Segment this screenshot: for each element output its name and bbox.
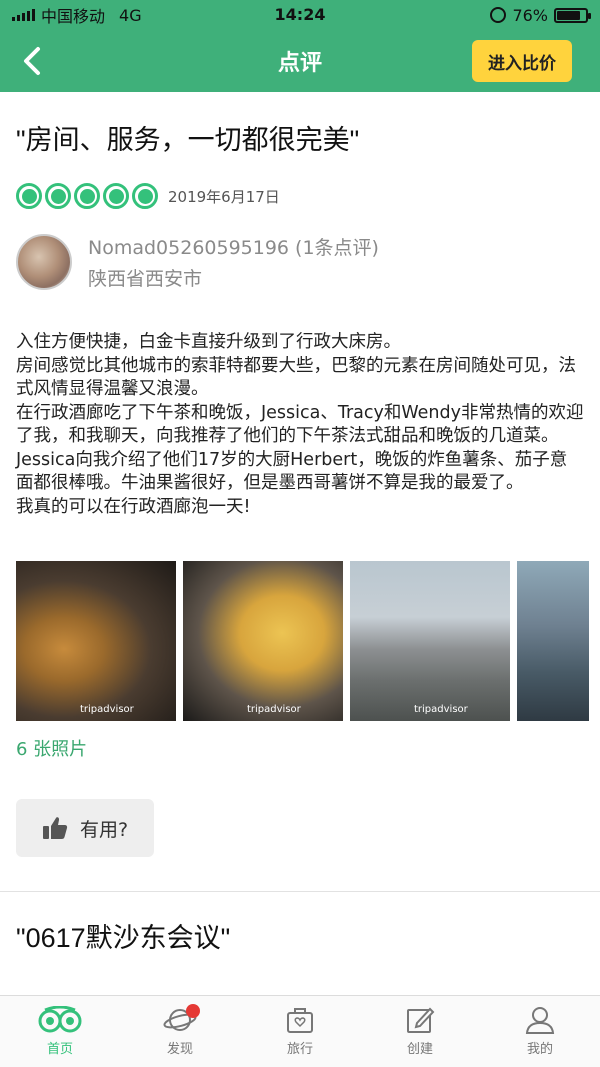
photo-watermark: tripadvisor [414, 704, 468, 715]
review-paragraph: 我真的可以在行政酒廊泡一天! [16, 496, 251, 517]
profile-icon [525, 1007, 555, 1034]
review-photo-city-view[interactable]: tripadvisor [350, 561, 510, 721]
suitcase-icon [287, 1008, 313, 1033]
helpful-button[interactable]: 有用? [16, 799, 154, 857]
tab-trips[interactable]: 旅行 [240, 996, 360, 1067]
helpful-label: 有用? [79, 818, 129, 841]
review-paragraph: Jessica向我介绍了他们17岁的大厨Herbert，晚饭的炸鱼薯条、茄子意面… [16, 449, 568, 494]
tab-me[interactable]: 我的 [480, 996, 600, 1067]
compare-prices-button[interactable]: 进入比价 [472, 40, 572, 82]
nav-bar: 点评 进入比价 [0, 30, 600, 92]
rating-bubbles [16, 183, 158, 209]
photo-watermark: tripadvisor [80, 704, 134, 715]
bottom-tab-bar: 首页 发现 旅行 创建 我的 [0, 995, 600, 1067]
back-arrow-icon[interactable] [18, 46, 48, 76]
review-date: 2019年6月17日 [168, 187, 280, 206]
photo-watermark: tripadvisor [247, 704, 301, 715]
status-bar: 中国移动 4G 14:24 76% [0, 0, 600, 30]
reviewer-location: 陕西省西安市 [88, 268, 203, 290]
review-card: "房间、服务，一切都很完美" 2019年6月17日 Nomad052605951… [0, 118, 600, 857]
review-paragraph: 房间感觉比其他城市的索菲特都要大些，巴黎的元素在房间随处可见，法式风情显得温馨又… [16, 355, 576, 400]
tab-label: 创建 [406, 1042, 433, 1057]
avatar[interactable] [16, 234, 72, 290]
photo-count-link[interactable]: 6 张照片 [16, 735, 584, 761]
battery-icon [554, 7, 591, 23]
photo-strip[interactable]: tripadvisor tripadvisor tripadvisor [16, 561, 600, 721]
rating-bubble-icon [74, 183, 100, 209]
review-body: 入住方便快捷，白金卡直接升级到了行政大床房。 房间感觉比其他城市的索菲特都要大些… [16, 331, 584, 519]
reviewer-name[interactable]: Nomad05260595196 (1条点评) [88, 233, 379, 260]
notification-badge [186, 1004, 200, 1018]
rating-bubble-icon [16, 183, 42, 209]
clock: 14:24 [274, 5, 326, 24]
review-photo-skyline[interactable] [517, 561, 589, 721]
review-paragraph: 在行政酒廊吃了下午茶和晚饭，Jessica、Tracy和Wendy非常热情的欢迎… [16, 402, 584, 447]
tab-create[interactable]: 创建 [360, 996, 480, 1067]
app-header: 中国移动 4G 14:24 76% 点评 进入比价 [0, 0, 600, 92]
tab-label: 发现 [166, 1042, 193, 1057]
tab-discover[interactable]: 发现 [120, 996, 240, 1067]
tab-home[interactable]: 首页 [0, 996, 120, 1067]
page-title: 点评 [277, 51, 322, 76]
divider [0, 891, 600, 892]
review-paragraph: 入住方便快捷，白金卡直接升级到了行政大床房。 [16, 332, 401, 352]
tab-label: 旅行 [286, 1042, 313, 1057]
review-photo-tortilla-chips[interactable]: tripadvisor [183, 561, 343, 721]
rating-bubble-icon [45, 183, 71, 209]
edit-icon [407, 1007, 435, 1033]
thumbs-up-icon [42, 817, 68, 839]
tab-label: 我的 [526, 1042, 553, 1057]
rating-bubble-icon [132, 183, 158, 209]
rating-row: 2019年6月17日 [16, 183, 584, 209]
review-title: "房间、服务，一切都很完美" [16, 125, 360, 155]
reviewer[interactable]: Nomad05260595196 (1条点评) 陕西省西安市 [16, 233, 584, 291]
review-photo-fried-fish[interactable]: tripadvisor [16, 561, 176, 721]
rating-bubble-icon [103, 183, 129, 209]
owl-icon [38, 1006, 82, 1033]
next-review-title[interactable]: "0617默沙东会议" [0, 916, 600, 955]
tab-label: 首页 [46, 1042, 73, 1057]
